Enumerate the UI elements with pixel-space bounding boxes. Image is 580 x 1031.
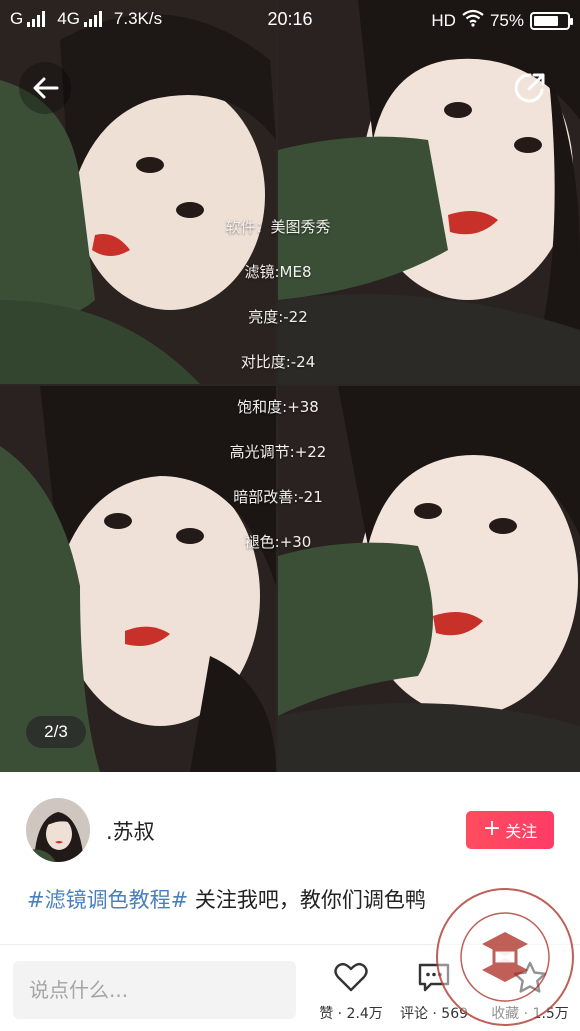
- battery-percent: 75%: [489, 10, 524, 30]
- share-icon: [514, 73, 545, 103]
- comment-input[interactable]: [13, 961, 296, 1019]
- plus-icon: +: [482, 816, 502, 841]
- filter-settings-overlay: 软件：美图秀秀 滤镜:ME8 亮度:-22 对比度:-24 饱和度:+38 高光…: [210, 213, 346, 573]
- overlay-line-filter: 滤镜:ME8: [244, 263, 312, 281]
- author-name[interactable]: .苏叔: [106, 816, 155, 846]
- caption-text: 关注我吧，教你们调色鸭: [188, 888, 426, 912]
- arrow-left-icon: [33, 77, 59, 99]
- heart-icon: [334, 962, 368, 992]
- author-row: .苏叔 + 关注: [0, 772, 580, 872]
- status-right-group: HD 75%: [431, 9, 573, 32]
- follow-button[interactable]: + 关注: [466, 811, 554, 849]
- status-bar: G 4G 7.3K/s 20:16 HD 75%: [0, 0, 580, 40]
- overlay-line-fade: 褪色:+30: [244, 533, 312, 551]
- overlay-line-brightness: 亮度:-22: [248, 308, 308, 326]
- overlay-line-contrast: 对比度:-24: [240, 353, 316, 371]
- page-indicator: 2/3: [26, 716, 86, 748]
- share-button[interactable]: [504, 62, 556, 114]
- like-count: 赞 · 2.4万: [319, 1006, 383, 1022]
- avatar[interactable]: [26, 798, 90, 862]
- wifi-icon: [462, 9, 484, 32]
- battery-icon: [530, 11, 573, 30]
- back-button[interactable]: [19, 62, 71, 114]
- follow-label: 关注: [505, 822, 538, 841]
- overlay-line-highlights: 高光调节:+22: [229, 443, 327, 461]
- battery-fill: [534, 15, 558, 26]
- overlay-line-saturation: 饱和度:+38: [237, 398, 319, 416]
- overlay-line-software: 软件：美图秀秀: [225, 218, 331, 236]
- watermark-logo: [432, 884, 578, 1030]
- hd-label: HD: [431, 10, 456, 30]
- hashtag-link[interactable]: #滤镜调色教程#: [27, 888, 188, 912]
- like-button[interactable]: 赞 · 2.4万: [311, 959, 391, 1023]
- photo-viewer[interactable]: G 4G 7.3K/s 20:16 HD 75% 软件：美图秀秀 滤镜:ME8 …: [0, 0, 580, 772]
- overlay-line-shadows: 暗部改善:-21: [233, 488, 323, 506]
